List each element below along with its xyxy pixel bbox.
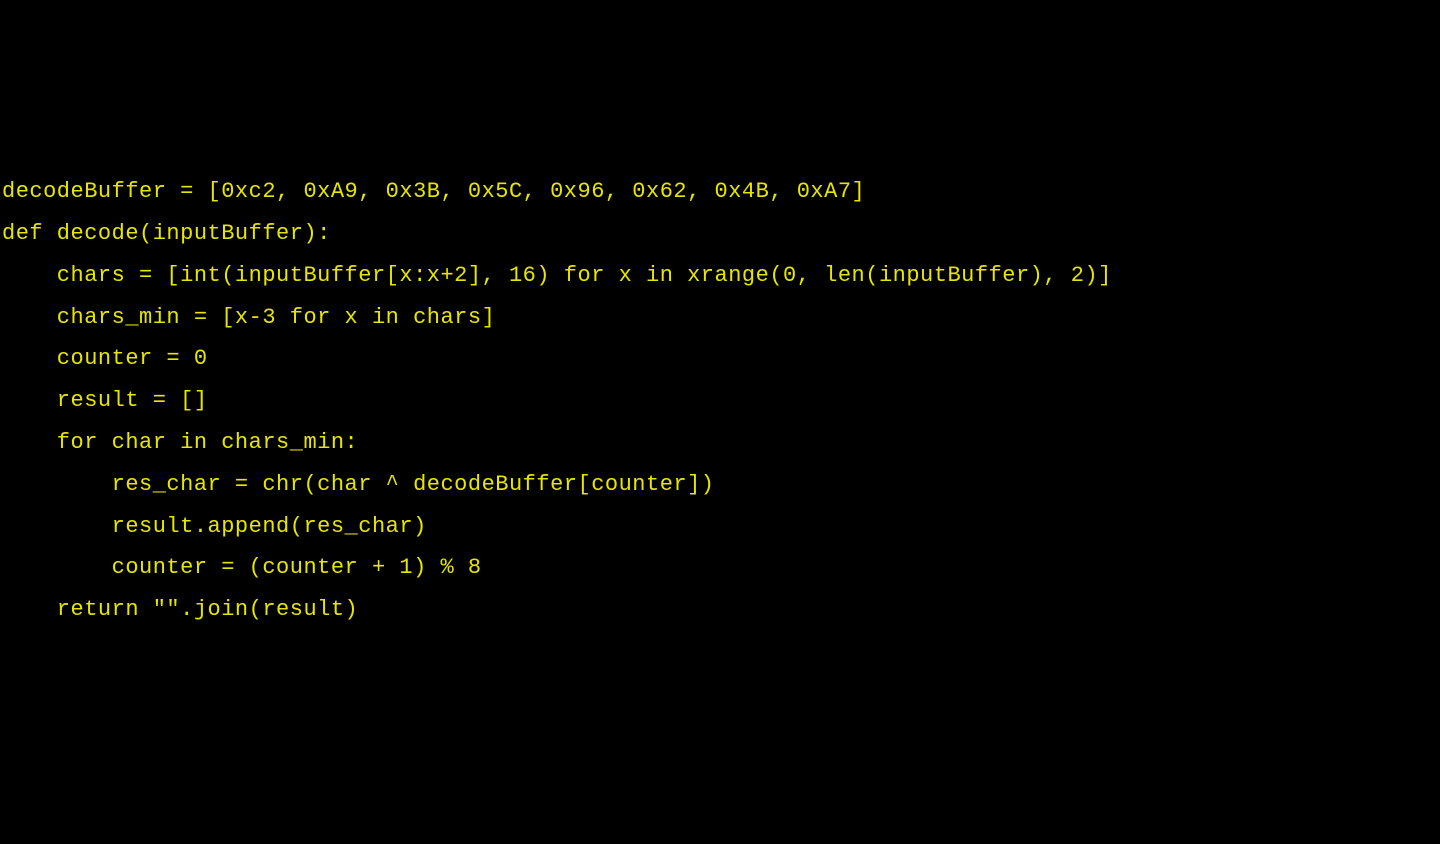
code-block: decodeBuffer = [0xc2, 0xA9, 0x3B, 0x5C, … <box>2 171 1438 631</box>
code-line: result = [] <box>2 380 1438 422</box>
code-line: def decode(inputBuffer): <box>2 213 1438 255</box>
code-line: chars = [int(inputBuffer[x:x+2], 16) for… <box>2 255 1438 297</box>
code-line: return "".join(result) <box>2 589 1438 631</box>
code-line: decodeBuffer = [0xc2, 0xA9, 0x3B, 0x5C, … <box>2 171 1438 213</box>
code-line: res_char = chr(char ^ decodeBuffer[count… <box>2 464 1438 506</box>
code-line: chars_min = [x-3 for x in chars] <box>2 297 1438 339</box>
code-line: for char in chars_min: <box>2 422 1438 464</box>
code-line: result.append(res_char) <box>2 506 1438 548</box>
code-line: counter = 0 <box>2 338 1438 380</box>
code-line: counter = (counter + 1) % 8 <box>2 547 1438 589</box>
